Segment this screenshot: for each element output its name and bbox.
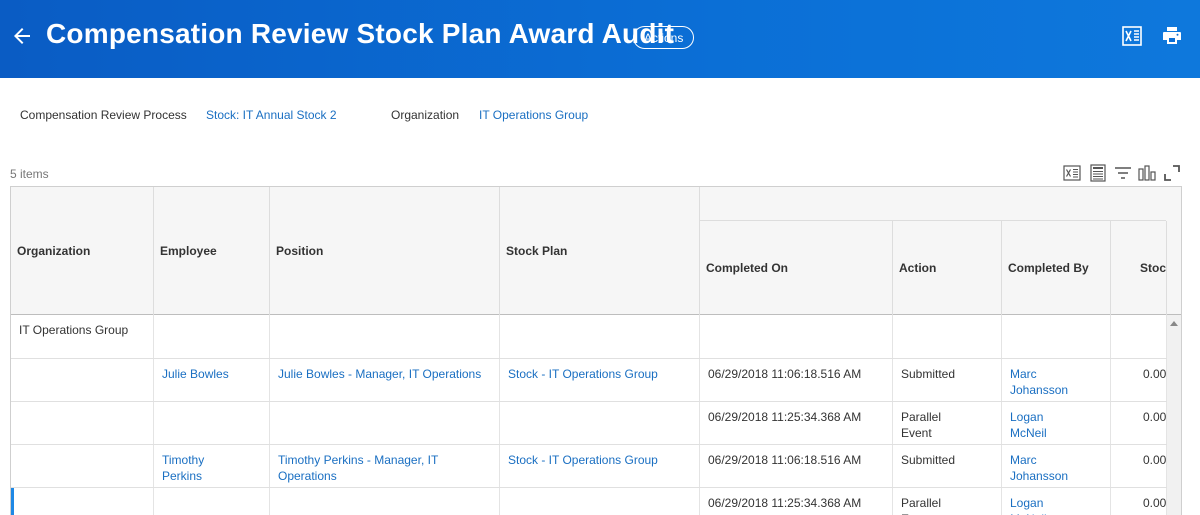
column-header-stock-plan[interactable]: Stock Plan bbox=[500, 187, 700, 315]
cell-completed-on: 06/29/2018 11:06:18.516 AM bbox=[700, 445, 893, 487]
completed-by-link[interactable]: Marc Johansson bbox=[1010, 453, 1068, 483]
filter-icon[interactable] bbox=[1113, 163, 1133, 183]
audit-grid: Organization Employee Position Stock Pla… bbox=[10, 186, 1182, 515]
cell-employee bbox=[154, 315, 270, 358]
cell-stock: 0.00 bbox=[1111, 359, 1167, 401]
chart-view-icon[interactable] bbox=[1137, 163, 1157, 183]
table-row: 06/29/2018 11:25:34.368 AM Parallel Even… bbox=[11, 402, 1167, 445]
table-row: IT Operations Group bbox=[11, 315, 1167, 359]
column-group-header bbox=[700, 187, 1166, 221]
cell-stock: 0.00 bbox=[1111, 402, 1167, 444]
cell-position bbox=[270, 315, 500, 358]
cell-completed-on: 06/29/2018 11:25:34.368 AM bbox=[700, 488, 893, 515]
completed-by-link[interactable]: Marc Johansson bbox=[1010, 367, 1068, 397]
column-header-organization[interactable]: Organization bbox=[11, 187, 154, 315]
cell-organization: IT Operations Group bbox=[11, 315, 154, 358]
column-header-position[interactable]: Position bbox=[270, 187, 500, 315]
completed-by-link[interactable]: Logan McNeil bbox=[1010, 496, 1047, 515]
cell-action: Submitted bbox=[893, 359, 1002, 401]
cell-stock: 0.00 bbox=[1111, 445, 1167, 487]
position-link[interactable]: Timothy Perkins - Manager, IT Operations bbox=[278, 453, 438, 483]
stock-plan-link[interactable]: Stock - IT Operations Group bbox=[508, 453, 658, 467]
cell-stock-plan bbox=[500, 402, 700, 444]
cell-employee bbox=[154, 402, 270, 444]
scroll-up-arrow-icon[interactable] bbox=[1170, 321, 1178, 326]
cell-action: Parallel Event bbox=[893, 402, 1002, 444]
cell-stock: 0.00 bbox=[1111, 488, 1167, 515]
page-header: Compensation Review Stock Plan Award Aud… bbox=[0, 0, 1200, 78]
process-label: Compensation Review Process bbox=[20, 108, 187, 122]
employee-link[interactable]: Timothy Perkins bbox=[162, 453, 204, 483]
table-view-icon[interactable] bbox=[1088, 163, 1108, 183]
column-header-stock[interactable]: Stocl bbox=[1111, 221, 1167, 315]
table-row: Julie Bowles Julie Bowles - Manager, IT … bbox=[11, 359, 1167, 402]
cell-completed-on: 06/29/2018 11:25:34.368 AM bbox=[700, 402, 893, 444]
column-header-action[interactable]: Action bbox=[893, 221, 1002, 315]
cell-employee bbox=[154, 488, 270, 515]
actions-button[interactable]: Actions bbox=[633, 26, 695, 49]
cell-organization bbox=[11, 445, 154, 487]
table-row: Timothy Perkins Timothy Perkins - Manage… bbox=[11, 445, 1167, 488]
cell-action: Submitted bbox=[893, 445, 1002, 487]
column-header-employee[interactable]: Employee bbox=[154, 187, 270, 315]
fullscreen-icon[interactable] bbox=[1162, 163, 1182, 183]
excel-export-icon[interactable] bbox=[1120, 24, 1144, 48]
cell-completed-by bbox=[1002, 315, 1111, 358]
grid-header: Organization Employee Position Stock Pla… bbox=[11, 187, 1181, 315]
cell-action bbox=[893, 315, 1002, 358]
cell-organization bbox=[11, 402, 154, 444]
table-row-selected[interactable]: 06/29/2018 11:25:34.368 AM Parallel Even… bbox=[11, 488, 1167, 515]
stock-plan-link[interactable]: Stock - IT Operations Group bbox=[508, 367, 658, 381]
cell-completed-on bbox=[700, 315, 893, 358]
cell-stock bbox=[1111, 315, 1167, 358]
column-header-completed-by[interactable]: Completed By bbox=[1002, 221, 1111, 315]
cell-organization bbox=[11, 359, 154, 401]
back-arrow-icon[interactable] bbox=[10, 24, 34, 48]
position-link[interactable]: Julie Bowles - Manager, IT Operations bbox=[278, 367, 481, 381]
cell-stock-plan bbox=[500, 488, 700, 515]
organization-label: Organization bbox=[391, 108, 460, 122]
column-header-completed-on[interactable]: Completed On bbox=[700, 221, 893, 315]
cell-stock-plan bbox=[500, 315, 700, 358]
organization-value-link[interactable]: IT Operations Group bbox=[479, 108, 588, 122]
items-count: 5 items bbox=[10, 167, 49, 181]
print-icon[interactable] bbox=[1160, 24, 1184, 48]
cell-position bbox=[270, 488, 500, 515]
cell-action: Parallel Event bbox=[893, 488, 1002, 515]
employee-link[interactable]: Julie Bowles bbox=[162, 367, 229, 381]
cell-completed-on: 06/29/2018 11:06:18.516 AM bbox=[700, 359, 893, 401]
cell-position bbox=[270, 402, 500, 444]
process-value-link[interactable]: Stock: IT Annual Stock 2 bbox=[206, 108, 337, 122]
page-title: Compensation Review Stock Plan Award Aud… bbox=[46, 18, 675, 49]
completed-by-link[interactable]: Logan McNeil bbox=[1010, 410, 1047, 440]
vertical-scrollbar[interactable] bbox=[1167, 315, 1181, 515]
cell-organization bbox=[11, 488, 154, 515]
excel-export-icon[interactable] bbox=[1062, 163, 1082, 183]
